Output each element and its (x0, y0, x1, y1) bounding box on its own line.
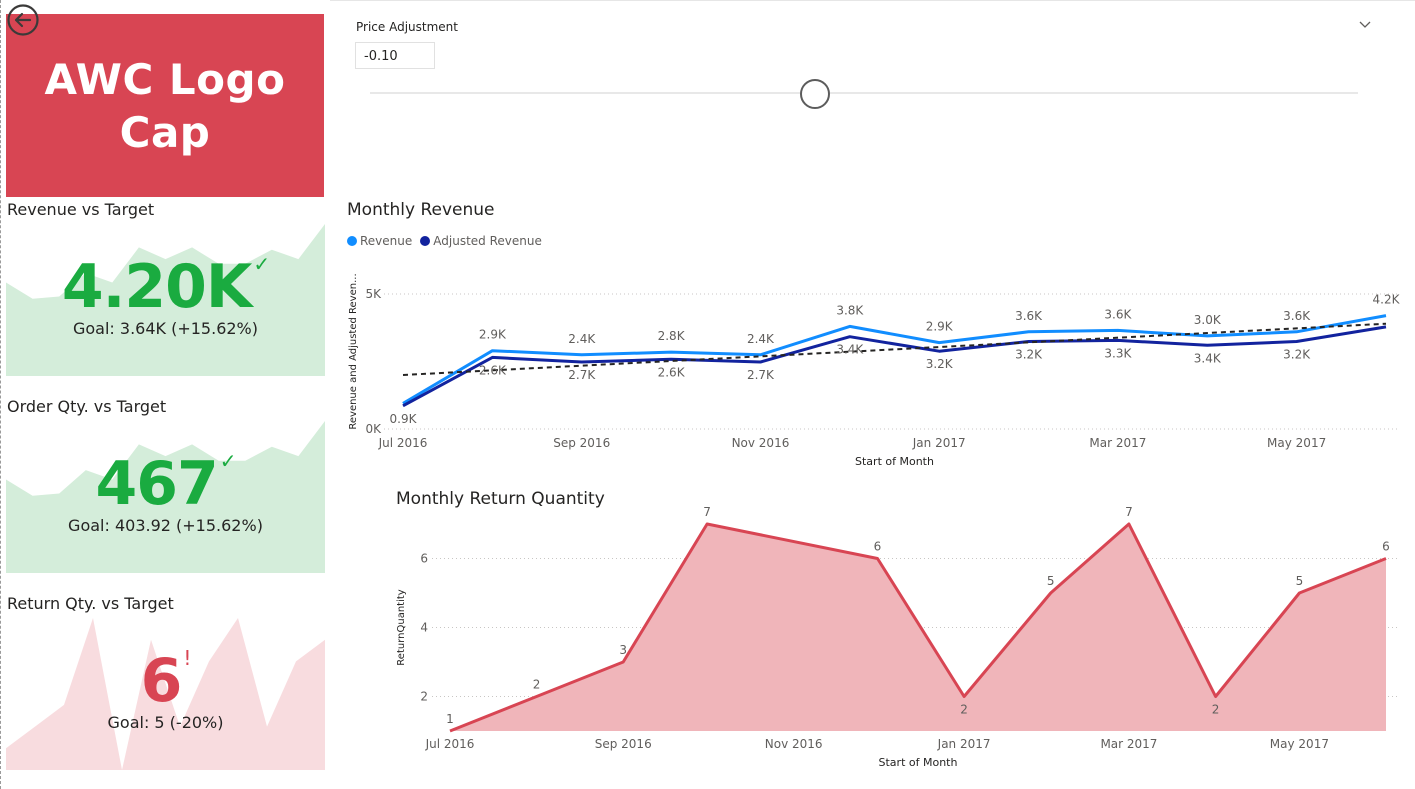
legend-dot-revenue (347, 236, 357, 246)
data-label: 3.2K (1283, 348, 1311, 362)
legend-label-revenue: Revenue (360, 234, 413, 248)
kpi-card-order-qty[interactable]: 467 ✓ Goal: 403.92 (+15.62%) (6, 413, 325, 573)
data-label: 3.2K (926, 357, 954, 371)
data-label: 2 (960, 703, 968, 717)
x-tick-label: Jul 2016 (425, 737, 475, 751)
page-left-border (0, 0, 1, 789)
data-label: 2 (1212, 703, 1220, 717)
data-label: 3.6K (1104, 307, 1132, 321)
kpi-card-return-qty[interactable]: 6! Goal: 5 (-20%) (6, 610, 325, 770)
legend-dot-adjusted-revenue (420, 236, 431, 246)
area-fill (450, 524, 1386, 731)
data-label: 3.8K (836, 303, 864, 317)
y-axis-label: ReturnQuantity (396, 589, 407, 665)
chevron-down-icon[interactable] (1357, 16, 1373, 32)
y-tick-label: 0K (365, 422, 382, 436)
x-tick-label: Jul 2016 (378, 436, 428, 450)
y-tick-label: 4 (420, 621, 428, 635)
kpi-value-text: 467 (95, 449, 218, 519)
price-adjustment-slider-track[interactable] (370, 92, 1358, 94)
data-label: 2.4K (747, 332, 775, 346)
kpi-goal-revenue: Goal: 3.64K (+15.62%) (72, 319, 258, 338)
data-label: 3.3K (1104, 346, 1132, 360)
kpi-card-revenue[interactable]: 4.20K ✓ Goal: 3.64K (+15.62%) (6, 216, 325, 376)
data-label: 2.9K (479, 328, 507, 342)
y-axis-label: Revenue and Adjusted Reven... (348, 273, 359, 429)
x-tick-label: Nov 2016 (765, 737, 823, 751)
data-label: 2.6K (658, 365, 686, 379)
kpi-value-text: 4.20K (61, 252, 253, 322)
data-label: 1 (446, 712, 454, 726)
kpi-value-revenue: 4.20K ✓ (6, 252, 325, 322)
data-label: 2.6K (479, 363, 507, 377)
data-label: 7 (703, 505, 711, 519)
kpi-value-text: 6 (140, 646, 183, 716)
series-line-adjusted-revenue (402, 325, 1387, 408)
page-top-border (330, 0, 1415, 1)
kpi-value-order-qty: 467 ✓ (6, 449, 325, 519)
y-tick-label: 6 (420, 552, 428, 566)
x-axis-label: Start of Month (879, 756, 958, 769)
data-label: 3 (619, 643, 627, 657)
x-tick-label: May 2017 (1267, 436, 1326, 450)
legend-label-adjusted-revenue: Adjusted Revenue (433, 234, 542, 248)
price-adjustment-input[interactable]: -0.10 (355, 42, 435, 69)
series-line-revenue (402, 314, 1387, 405)
price-adjustment-label: Price Adjustment (356, 20, 458, 34)
data-label: 0.9K (390, 412, 418, 426)
data-label: 2.7K (568, 368, 596, 382)
x-tick-label: Mar 2017 (1089, 436, 1146, 450)
x-tick-label: Jan 2017 (937, 737, 991, 751)
revenue-chart-title: Monthly Revenue (347, 200, 495, 220)
data-label: 3.0K (1194, 313, 1222, 327)
kpi-goal-return-qty: Goal: 5 (-20%) (107, 713, 224, 732)
data-label: 4.2K (1373, 293, 1401, 307)
logo-text: AWC Logo Cap (44, 54, 286, 157)
kpi-goal-order-qty: Goal: 403.92 (+15.62%) (68, 516, 263, 535)
y-tick-label: 2 (420, 690, 428, 704)
data-label: 2.4K (568, 332, 596, 346)
data-label: 3.6K (1015, 309, 1043, 323)
check-icon: ✓ (219, 449, 237, 473)
data-label: 2.7K (747, 368, 775, 382)
kpi-value-return-qty: 6! (6, 646, 325, 716)
back-arrow-icon[interactable] (6, 3, 40, 37)
check-icon: ✓ (253, 252, 270, 276)
series-line-return-quantity (449, 522, 1387, 733)
return-chart-title: Monthly Return Quantity (396, 489, 605, 509)
legend-item-revenue[interactable]: Revenue (347, 234, 412, 248)
legend-item-adjusted-revenue[interactable]: Adjusted Revenue (420, 234, 542, 248)
data-label: 3.4K (1194, 351, 1222, 365)
data-label: 7 (1125, 505, 1133, 519)
data-label: 5 (1047, 574, 1055, 588)
data-label: 2 (533, 678, 541, 692)
x-tick-label: Jan 2017 (912, 436, 966, 450)
trend-line (402, 322, 1387, 376)
revenue-chart-legend: Revenue Adjusted Revenue (347, 234, 542, 248)
x-tick-label: May 2017 (1270, 737, 1329, 751)
data-label: 2.8K (658, 329, 686, 343)
data-label: 6 (874, 540, 882, 554)
x-tick-label: Sep 2016 (553, 436, 610, 450)
x-axis-label: Start of Month (855, 455, 934, 468)
data-label: 3.4K (836, 343, 864, 357)
y-tick-label: 5K (365, 287, 382, 301)
data-label: 6 (1382, 540, 1390, 554)
x-tick-label: Nov 2016 (732, 436, 790, 450)
x-tick-label: Mar 2017 (1100, 737, 1157, 751)
price-adjustment-slider-thumb[interactable] (799, 79, 830, 109)
data-label: 2.9K (926, 320, 954, 334)
data-label: 5 (1296, 574, 1304, 588)
alert-icon: ! (183, 646, 191, 670)
data-label: 3.6K (1283, 309, 1311, 323)
x-tick-label: Sep 2016 (595, 737, 652, 751)
product-logo-card: AWC Logo Cap (6, 14, 324, 197)
data-label: 3.2K (1015, 348, 1043, 362)
